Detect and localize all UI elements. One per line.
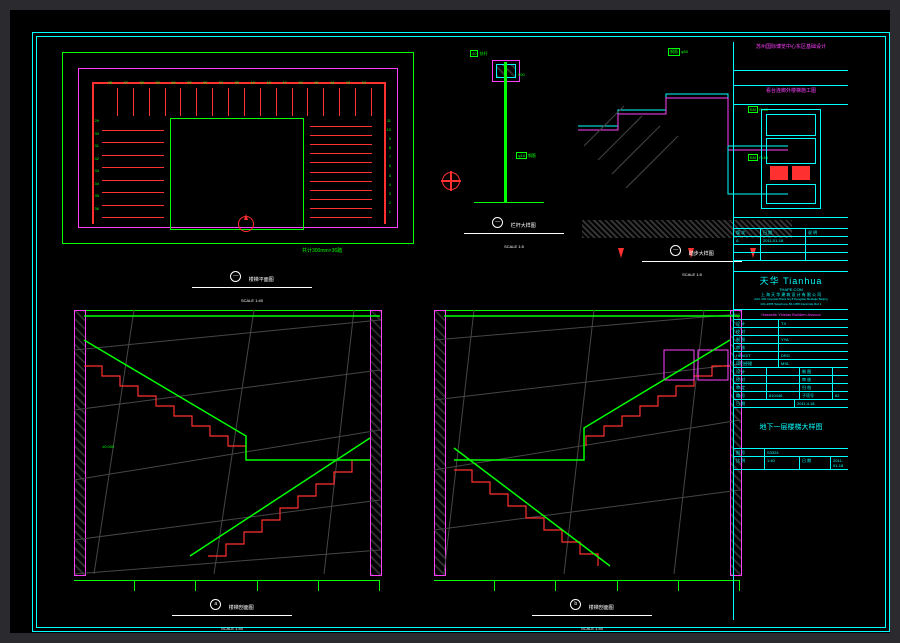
caption-d2-name: 踏步大样图 [689, 251, 714, 257]
eng-row: 设 计 制 图 [734, 368, 848, 376]
caption-secB-name: 楼梯剖面图 [589, 605, 614, 611]
tb-project-title: 苏州国际博览中心东区基础设计 [734, 42, 848, 71]
plan-stair-well [170, 118, 304, 230]
plan-numbers-top: 2827 2625 2423 2221 2019 1817 1615 1413 … [102, 80, 372, 85]
caption-secB-scale: SCALE 1:40 [581, 626, 603, 631]
firm-logo: 天华 Tianhua [737, 274, 845, 287]
section-arrow-icon [618, 248, 624, 258]
firm-addr2: 021-2665 Telephone 86-1358 Facsimile Ref… [737, 302, 845, 307]
d2-toptag: 钢筋φ50 [668, 48, 688, 56]
signoff-row: 校 对 [734, 328, 848, 336]
view-stair-plan[interactable]: 2827 2625 2423 2221 2019 1817 1615 1413 … [52, 42, 432, 290]
keyplan [761, 109, 821, 209]
tb-rev-row-blank2 [734, 253, 848, 261]
plan-numbers-right: 1110 98 76 54 32 1 [374, 118, 392, 218]
tb-rev-head [734, 218, 848, 229]
view-bubble-icon: b [570, 599, 581, 610]
plan-treads-right [310, 118, 372, 218]
eng-row: 日 期2011.4.18 [734, 400, 848, 408]
tb-keyplan [734, 105, 848, 218]
view-bubble-icon: — [230, 271, 241, 282]
d1-tag-1: 40扶杆 [470, 50, 487, 57]
signoff-row: HEAD/TDRG [734, 352, 848, 360]
caption-secB: b 楼梯剖面图 SCALE 1:40 [532, 596, 652, 635]
tb-eng: 设 计 制 图 校 对 审 核 审 定 归 档 编 号810448 子项号82 … [734, 368, 848, 408]
view-section-a[interactable]: ±0.000 a 楼梯剖面图 SCALE 1:40 [52, 304, 402, 614]
caption-d1-name: 栏杆大样图 [511, 223, 536, 229]
view-section-b[interactable]: b 楼梯剖面图 SCALE 1:40 [412, 304, 762, 614]
eng-row: 校 对 审 核 [734, 376, 848, 384]
tb-footer-1: 图 号S3324 [734, 449, 848, 457]
caption-plan: — 楼梯平面图 SCALE 1:40 [192, 268, 312, 307]
tb-gap [734, 261, 848, 272]
view-bubble-icon: — [492, 217, 503, 228]
subtitle-text: 看台连廊外楼梯施工图 [737, 88, 845, 94]
secA-stair [74, 310, 380, 574]
tb-subtitle: 看台连廊外楼梯施工图 [734, 86, 848, 105]
plan-numbers-left: 2930 3132 3334 3536 [82, 118, 100, 218]
plan-note: 共计300mm×36踏 [302, 248, 342, 254]
caption-secA-scale: SCALE 1:40 [221, 626, 243, 631]
secB-dims [434, 580, 740, 591]
plan-treads-left [102, 118, 164, 218]
tb-drawing-title: 地下一层楼梯大样图 [734, 408, 848, 449]
view-bubble-icon: — [670, 245, 681, 256]
tb-rev-cols: 版 次 日 期 说 明 [734, 229, 848, 237]
signoff-row: 设 计TX [734, 320, 848, 328]
tb-rev-row-blank1 [734, 245, 848, 253]
caption-d1-scale: SCALE 1:5 [504, 244, 524, 249]
tb-associate: Hassetts Ybielas Buildem Assoca [734, 310, 848, 320]
title-block[interactable]: 苏州国际博览中心东区基础设计 看台连廊外楼梯施工图 版 次 日 期 说 明 A … [733, 42, 848, 620]
plan-treads-top [102, 88, 372, 116]
north-arrow-icon [238, 216, 254, 232]
cad-canvas[interactable]: 2827 2625 2423 2221 2019 1817 1615 1413 … [10, 10, 890, 633]
d1-baseline [474, 202, 544, 203]
project-title-text: 苏州国际博览中心东区基础设计 [737, 44, 845, 50]
handrail-post [504, 62, 507, 202]
tb-firm: 天华 Tianhua THAPE.COM 上 海 天 华 建 筑 设 计 有 限… [734, 272, 848, 310]
caption-secA-name: 楼梯剖面图 [229, 605, 254, 611]
view-handrail-detail[interactable]: 40扶杆 900 φ16钢筋 — 栏杆大样图 SCALE 1:5 [444, 42, 574, 252]
d1-tag-2: 900 [518, 72, 525, 77]
signoff-row: 项目经理MSL [734, 360, 848, 368]
caption-d1: — 栏杆大样图 SCALE 1:5 [464, 214, 564, 253]
view-bubble-icon: a [210, 599, 221, 610]
d1-tag-3: φ16钢筋 [516, 152, 536, 159]
tb-rev-row-0: A 2011-01-18 [734, 237, 848, 245]
drawing-area[interactable]: 2827 2625 2423 2221 2019 1817 1615 1413 … [52, 42, 752, 620]
caption-plan-scale: SCALE 1:40 [241, 298, 263, 303]
drawing-title-text: 地下一层楼梯大样图 [760, 425, 823, 431]
eng-row: 审 定 归 档 [734, 384, 848, 392]
tb-spacer-1 [734, 71, 848, 86]
secA-dims [74, 580, 380, 591]
caption-d2: — 踏步大样图 SCALE 1:5 [642, 242, 742, 281]
tb-signoff: 设 计TX 校 对 制 图YYA 审 核 HEAD/TDRG 项目经理MSL [734, 320, 848, 368]
caption-secA: a 楼梯剖面图 SCALE 1:40 [172, 596, 292, 635]
caption-plan-name: 楼梯平面图 [249, 277, 274, 283]
signoff-row: 审 核 [734, 344, 848, 352]
eng-row: 编 号810448 子项号82 [734, 392, 848, 400]
secB-stair [434, 310, 740, 574]
caption-d2-scale: SCALE 1:5 [682, 272, 702, 277]
tb-footer-2: 比 例1:40 日 期2011-01-18 [734, 457, 848, 470]
secA-level: ±0.000 [102, 444, 114, 449]
signoff-row: 制 图YYA [734, 336, 848, 344]
